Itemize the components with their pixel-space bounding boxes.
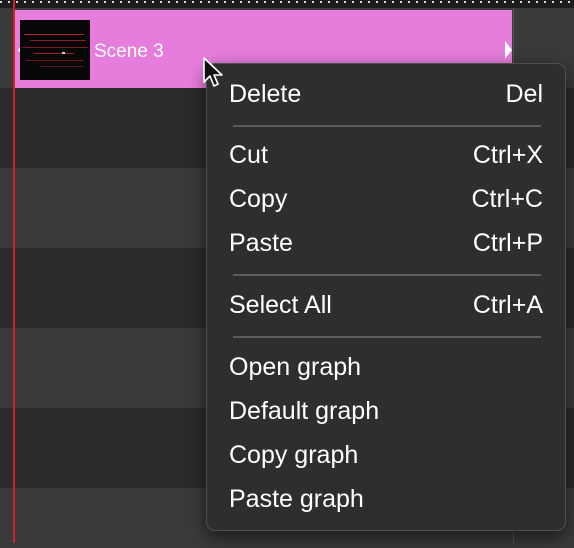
mouse-pointer-icon (203, 57, 225, 94)
menu-separator (233, 274, 541, 276)
clip-thumbnail (20, 20, 90, 80)
menu-item-paste-graph[interactable]: Paste graph (229, 482, 543, 516)
menu-item-label: Copy (229, 185, 288, 213)
menu-item-shortcut: Ctrl+P (472, 229, 543, 257)
menu-item-copy-graph[interactable]: Copy graph (229, 438, 543, 472)
menu-item-default-graph[interactable]: Default graph (229, 394, 543, 428)
menu-item-label: Paste graph (229, 485, 364, 513)
menu-item-shortcut: Ctrl+C (471, 185, 543, 213)
menu-item-shortcut: Del (505, 80, 543, 108)
menu-item-select-all[interactable]: Select All Ctrl+A (229, 288, 543, 322)
menu-item-label: Select All (229, 291, 332, 319)
menu-item-label: Default graph (229, 397, 380, 425)
menu-item-copy[interactable]: Copy Ctrl+C (229, 182, 543, 216)
menu-item-label: Copy graph (229, 441, 359, 469)
menu-item-delete[interactable]: Delete Del (229, 77, 543, 111)
menu-separator (233, 125, 541, 127)
menu-item-label: Delete (229, 80, 302, 108)
menu-item-label: Paste (229, 229, 293, 257)
clip-label: Scene 3 (94, 41, 164, 62)
menu-item-cut[interactable]: Cut Ctrl+X (229, 138, 543, 172)
menu-item-open-graph[interactable]: Open graph (229, 350, 543, 384)
playhead[interactable] (13, 0, 15, 543)
menu-item-shortcut: Ctrl+A (472, 291, 543, 319)
menu-separator (233, 336, 541, 338)
menu-item-shortcut: Ctrl+X (472, 141, 543, 169)
menu-item-paste[interactable]: Paste Ctrl+P (229, 226, 543, 260)
clip-trim-right-handle[interactable] (505, 41, 512, 59)
menu-item-label: Cut (229, 141, 268, 169)
context-menu: Delete Del Cut Ctrl+X Copy Ctrl+C Paste … (206, 63, 566, 531)
timeline-ruler[interactable] (0, 0, 574, 8)
menu-item-label: Open graph (229, 353, 362, 381)
